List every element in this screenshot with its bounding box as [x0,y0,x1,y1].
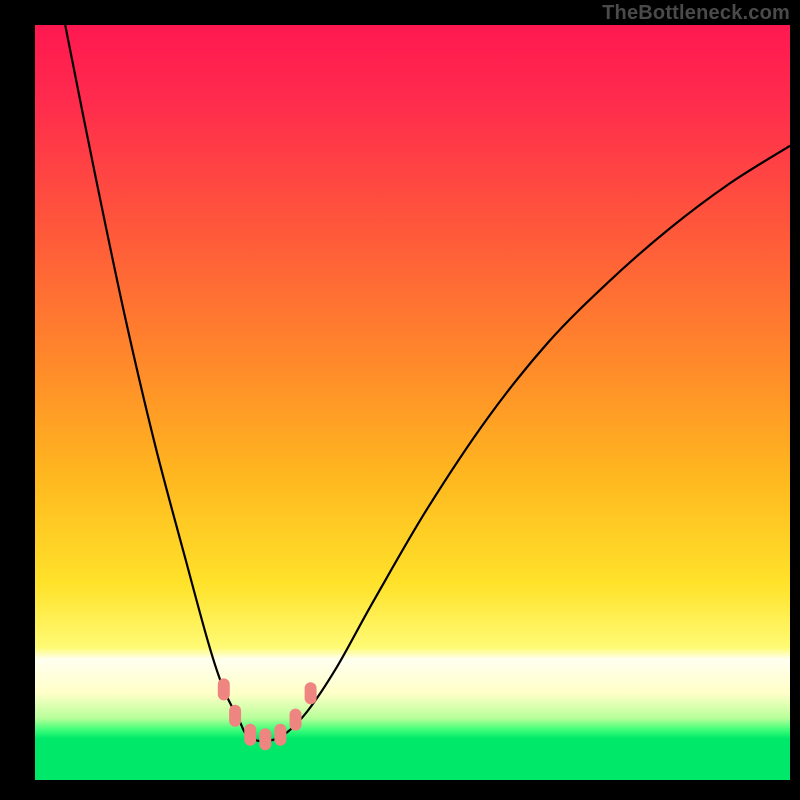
plot-area [35,25,790,780]
chart-frame: TheBottleneck.com [0,0,800,800]
watermark: TheBottleneck.com [602,2,790,25]
heat-gradient [35,25,790,780]
